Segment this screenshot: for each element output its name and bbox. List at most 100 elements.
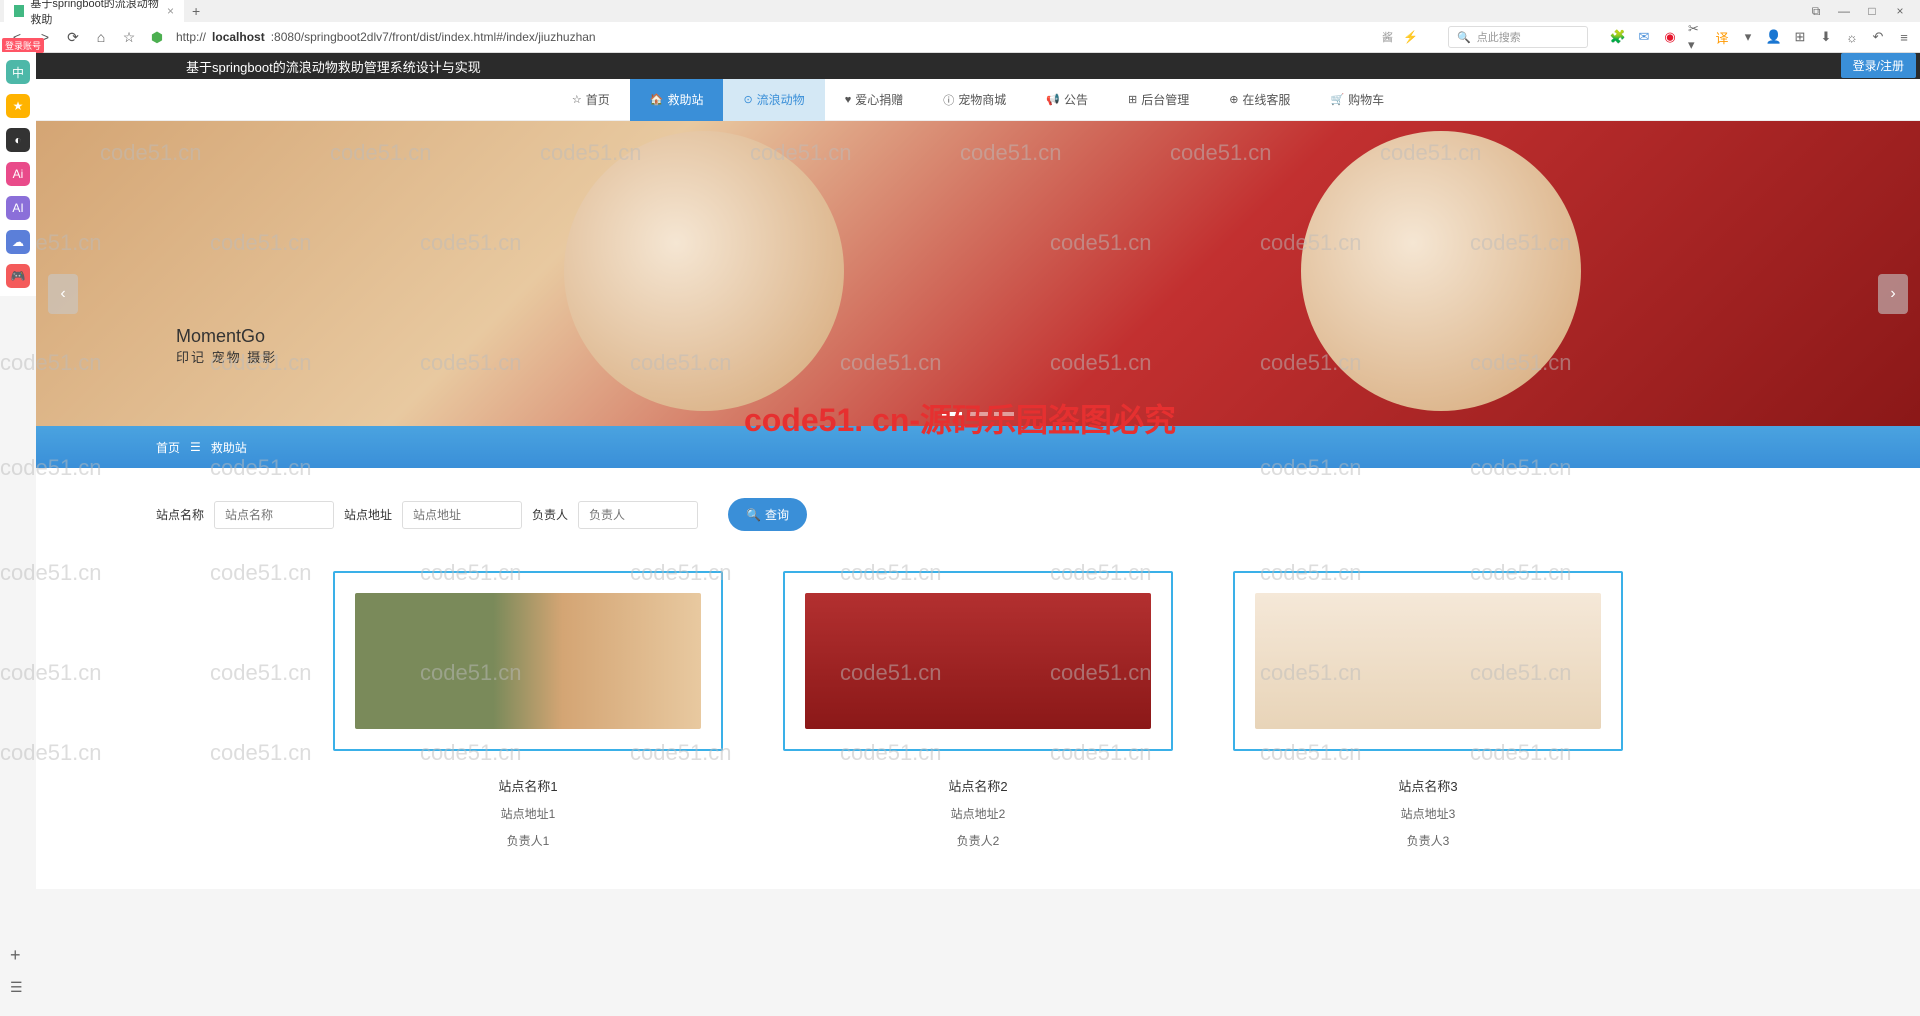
new-tab-button[interactable]: +	[192, 3, 200, 19]
ext-icon-4[interactable]: Ai	[6, 162, 30, 186]
query-button[interactable]: 🔍 查询	[728, 498, 807, 531]
translate-icon[interactable]: 酱	[1382, 29, 1393, 45]
login-register-button[interactable]: 登录/注册	[1841, 53, 1916, 78]
cart-icon: 🛒	[1330, 93, 1344, 106]
ext-icon-6[interactable]: ☁	[6, 230, 30, 254]
browser-tab[interactable]: 基于springboot的流浪动物救助 ×	[4, 0, 184, 29]
breadcrumb-separator-icon: ☰	[190, 440, 201, 454]
vue-favicon-icon	[14, 5, 24, 17]
sidebar-menu-button[interactable]: ☰	[10, 979, 23, 996]
lightning-icon[interactable]: ⚡	[1403, 30, 1418, 44]
settings-icon[interactable]: ☼	[1844, 29, 1860, 45]
card-person: 负责人1	[333, 832, 723, 849]
url-host: localhost	[212, 30, 265, 44]
ext-icon-7[interactable]: 🎮	[6, 264, 30, 288]
scissors-icon[interactable]: ✂▾	[1688, 29, 1704, 45]
card-frame	[1233, 571, 1623, 751]
nav-cart[interactable]: 🛒购物车	[1310, 79, 1404, 121]
download-icon[interactable]: ⬇	[1818, 29, 1834, 45]
carousel-dot-2[interactable]	[968, 412, 988, 416]
card-address: 站点地址2	[783, 805, 1173, 822]
mail-icon[interactable]: ✉	[1636, 29, 1652, 45]
maximize-icon[interactable]: □	[1864, 4, 1880, 19]
dropdown-icon[interactable]: ▾	[1740, 29, 1756, 45]
input-person[interactable]	[578, 501, 698, 529]
card-address: 站点地址3	[1233, 805, 1623, 822]
nav-rescue-station[interactable]: 🏠救助站	[630, 79, 724, 121]
grid-icon[interactable]: ⊞	[1792, 29, 1808, 45]
address-bar: < > ⟳ ⌂ ☆ ⬢ http://localhost:8080/spring…	[0, 22, 1920, 52]
nav-pet-mall[interactable]: ⓘ宠物商城	[923, 79, 1026, 121]
search-icon: 🔍	[1457, 31, 1471, 44]
query-label: 查询	[765, 506, 789, 523]
carousel-dot-1[interactable]	[942, 412, 962, 416]
weibo-icon[interactable]: ◉	[1662, 29, 1678, 45]
heart-icon: ♥	[845, 94, 852, 106]
restore-tab-icon[interactable]: ↶	[1870, 29, 1886, 45]
restore-icon[interactable]: ⧉	[1808, 4, 1824, 19]
nav-customer-service[interactable]: ⊕在线客服	[1209, 79, 1310, 121]
nav-donation[interactable]: ♥爱心捐赠	[825, 79, 924, 121]
cards-section: 站点名称1 站点地址1 负责人1 站点名称2 站点地址2 负责人2 站点名称3 …	[36, 551, 1920, 889]
close-icon[interactable]: ×	[167, 4, 174, 18]
carousel-next-button[interactable]: ›	[1878, 274, 1908, 314]
translate-ext-icon[interactable]: 译	[1714, 29, 1730, 45]
tab-title: 基于springboot的流浪动物救助	[30, 0, 161, 27]
breadcrumb: 首页 ☰ 救助站	[36, 426, 1920, 468]
card-title: 站点名称3	[1233, 776, 1623, 795]
reload-button[interactable]: ⟳	[64, 28, 82, 46]
card-person: 负责人3	[1233, 832, 1623, 849]
home-button[interactable]: ⌂	[92, 28, 110, 46]
card-frame	[333, 571, 723, 751]
carousel-dot-3[interactable]	[994, 412, 1014, 416]
info-icon: ⓘ	[943, 92, 954, 108]
input-station-name[interactable]	[214, 501, 334, 529]
shield-icon[interactable]: ⬢	[148, 28, 166, 46]
card-person: 负责人2	[783, 832, 1173, 849]
station-card-2[interactable]: 站点名称2 站点地址2 负责人2	[783, 571, 1173, 849]
browser-search-input[interactable]: 🔍 点此搜索	[1448, 26, 1588, 48]
ext-icon-3[interactable]: ◐	[6, 128, 30, 152]
extension-icon[interactable]: 🧩	[1610, 29, 1626, 45]
chat-icon: ⊕	[1229, 93, 1238, 106]
breadcrumb-current: 救助站	[211, 439, 247, 456]
label-station-name: 站点名称	[156, 506, 204, 523]
favorite-button[interactable]: ☆	[120, 28, 138, 46]
nav-home[interactable]: ☆首页	[552, 79, 630, 121]
minimize-icon[interactable]: —	[1836, 4, 1852, 19]
ext-icon-5[interactable]: AI	[6, 196, 30, 220]
input-station-addr[interactable]	[402, 501, 522, 529]
station-card-3[interactable]: 站点名称3 站点地址3 负责人3	[1233, 571, 1623, 849]
nav-stray-animals[interactable]: ⊙流浪动物	[723, 79, 824, 121]
breadcrumb-home[interactable]: 首页	[156, 439, 180, 456]
browser-chrome: 基于springboot的流浪动物救助 × + ⧉ — □ × < > ⟳ ⌂ …	[0, 0, 1920, 53]
card-image	[1255, 593, 1601, 729]
close-window-icon[interactable]: ×	[1892, 4, 1908, 19]
banner-logo: MomentGo 印记 宠物 摄影	[176, 326, 277, 366]
avatar-icon[interactable]: 👤	[1766, 29, 1782, 45]
megaphone-icon: 📢	[1046, 93, 1060, 106]
banner-image	[36, 121, 1920, 426]
site-title: 基于springboot的流浪动物救助管理系统设计与实现	[186, 57, 481, 76]
tab-bar: 基于springboot的流浪动物救助 × + ⧉ — □ ×	[0, 0, 1920, 22]
ext-icon-1[interactable]: 中	[6, 60, 30, 84]
card-image	[355, 593, 701, 729]
page-content: 基于springboot的流浪动物救助管理系统设计与实现 登录/注册 ☆首页 🏠…	[36, 53, 1920, 889]
nav-admin[interactable]: ⊞后台管理	[1108, 79, 1209, 121]
house-icon: 🏠	[650, 93, 664, 106]
banner-logo-main: MomentGo	[176, 326, 277, 347]
url-path: :8080/springboot2dlv7/front/dist/index.h…	[271, 30, 596, 44]
extension-sidebar: 中 ★ ◐ Ai AI ☁ 🎮	[0, 52, 36, 296]
login-badge[interactable]: 登录账号	[2, 38, 44, 53]
search-section: 站点名称 站点地址 负责人 🔍 查询	[36, 468, 1920, 551]
add-extension-button[interactable]: +	[10, 945, 21, 966]
toolbar-icons: 🧩 ✉ ◉ ✂▾ 译 ▾ 👤 ⊞ ⬇ ☼ ↶ ≡	[1610, 29, 1912, 45]
url-input[interactable]: http://localhost:8080/springboot2dlv7/fr…	[176, 30, 1372, 44]
carousel-prev-button[interactable]: ‹	[48, 274, 78, 314]
card-title: 站点名称2	[783, 776, 1173, 795]
ext-icon-2[interactable]: ★	[6, 94, 30, 118]
menu-icon[interactable]: ≡	[1896, 29, 1912, 45]
card-address: 站点地址1	[333, 805, 723, 822]
station-card-1[interactable]: 站点名称1 站点地址1 负责人1	[333, 571, 723, 849]
nav-announcement[interactable]: 📢公告	[1026, 79, 1108, 121]
